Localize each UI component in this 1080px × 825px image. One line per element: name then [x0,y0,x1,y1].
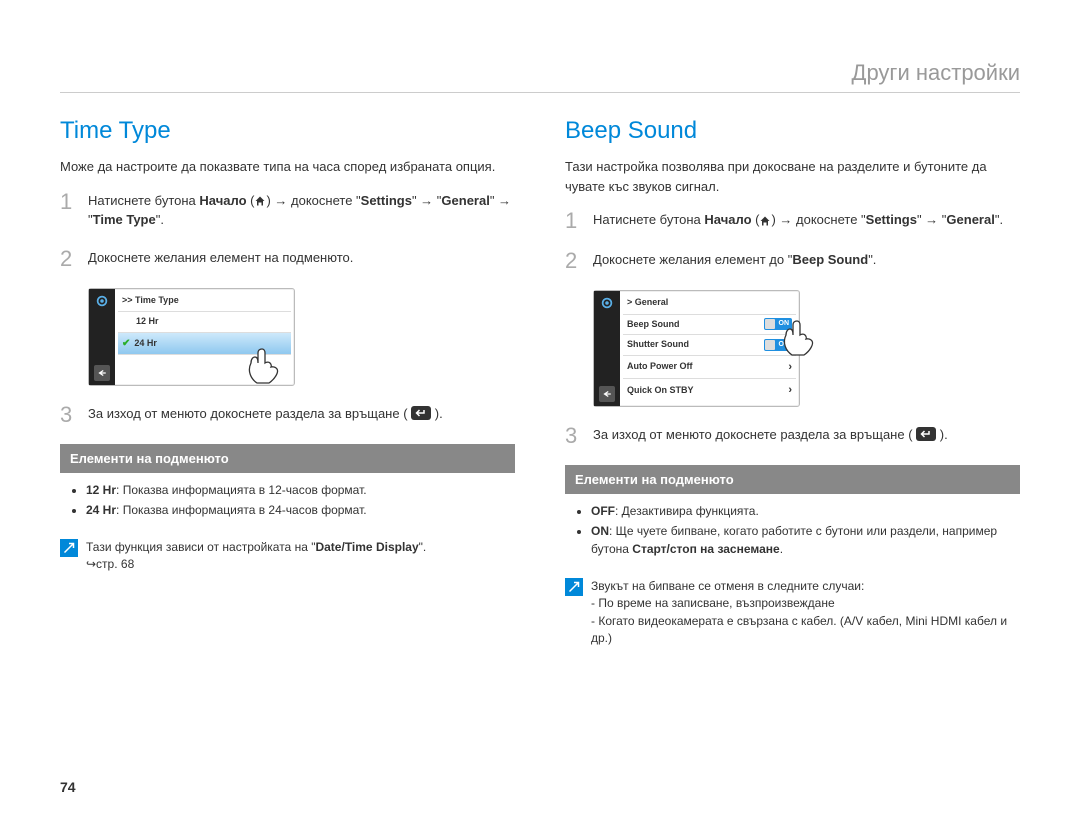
bullet-item: ON: Ще чуете бипване, когато работите с … [591,522,1020,558]
row-shutter-sound: Shutter Sound ON [623,334,796,355]
row-auto-power-off: Auto Power Off › [623,355,796,379]
note-text: Тази функция зависи от настройката на "D… [86,539,515,574]
step1-text: Натиснете бутона [88,193,199,208]
section-heading-time-type: Time Type [60,113,515,149]
return-button-icon [411,406,431,420]
row-beep-sound: Beep Sound ON [623,314,796,335]
submenu-header: Елементи на подменюто [60,444,515,474]
settings-label: Settings [361,193,412,208]
right-column: Beep Sound Тази настройка позволява при … [565,113,1020,648]
step-number: 3 [565,425,583,447]
home-icon [759,215,771,227]
step2-text: Докоснете желания елемент на подменюто. [88,248,515,270]
step-number: 3 [60,404,78,426]
general-label: General [946,212,994,227]
toggle-on: ON [764,339,792,351]
settings-label: Settings [866,212,917,227]
step1-text: → докоснете " [274,193,360,208]
check-icon: ✔ [122,336,130,351]
step-number: 1 [565,210,583,232]
intro-text: Тази настройка позволява при докосване н… [565,157,1020,196]
home-label: Начало [199,193,246,208]
chevron-right-icon: › [788,359,792,376]
option-12hr: 12 Hr [118,311,291,332]
screenshot-time-type: >> Time Type 12 Hr ✔24 Hr [88,288,295,386]
bullet-item: 24 Hr: Показва информацията в 24-часов ф… [86,501,515,519]
step-number: 2 [60,248,78,270]
timetype-label: Time Type [93,212,156,227]
step-number: 2 [565,250,583,272]
option-24hr-selected: ✔24 Hr [118,332,291,354]
general-label: General [441,193,489,208]
home-icon [254,195,266,207]
step3-text: За изход от менюто докоснете раздела за … [593,427,916,442]
bullet-item: OFF: Дезактивира функцията. [591,502,1020,520]
note-icon [565,578,583,596]
home-label: Начало [704,212,751,227]
chapter-title: Други настройки [60,60,1020,93]
screenshot-general: > General Beep Sound ON Shutter Sound ON… [593,290,800,407]
return-icon [599,386,615,402]
submenu-header: Елементи на подменюто [565,465,1020,495]
step2-text: Докоснете желания елемент до " [593,252,792,267]
gear-icon [599,295,615,311]
page-number: 74 [60,779,76,795]
step-number: 1 [60,191,78,230]
bullet-item: 12 Hr: Показва информацията в 12-часов ф… [86,481,515,499]
note-icon [60,539,78,557]
breadcrumb: > General [623,294,796,314]
section-heading-beep-sound: Beep Sound [565,113,1020,149]
chevron-right-icon: › [788,382,792,399]
toggle-on: ON [764,318,792,330]
left-column: Time Type Може да настроите да показвате… [60,113,515,648]
gear-icon [94,293,110,309]
step3-text: За изход от менюто докоснете раздела за … [88,406,411,421]
intro-text: Може да настроите да показвате типа на ч… [60,157,515,177]
breadcrumb: >> Time Type [118,292,291,312]
row-quick-on-stby: Quick On STBY › [623,378,796,402]
step1-text: → докоснете " [779,212,865,227]
return-button-icon [916,427,936,441]
beep-sound-label: Beep Sound [792,252,868,267]
return-icon [94,365,110,381]
note-text: Звукът на бипване се отменя в следните с… [591,578,1020,648]
step1-text: Натиснете бутона [593,212,704,227]
